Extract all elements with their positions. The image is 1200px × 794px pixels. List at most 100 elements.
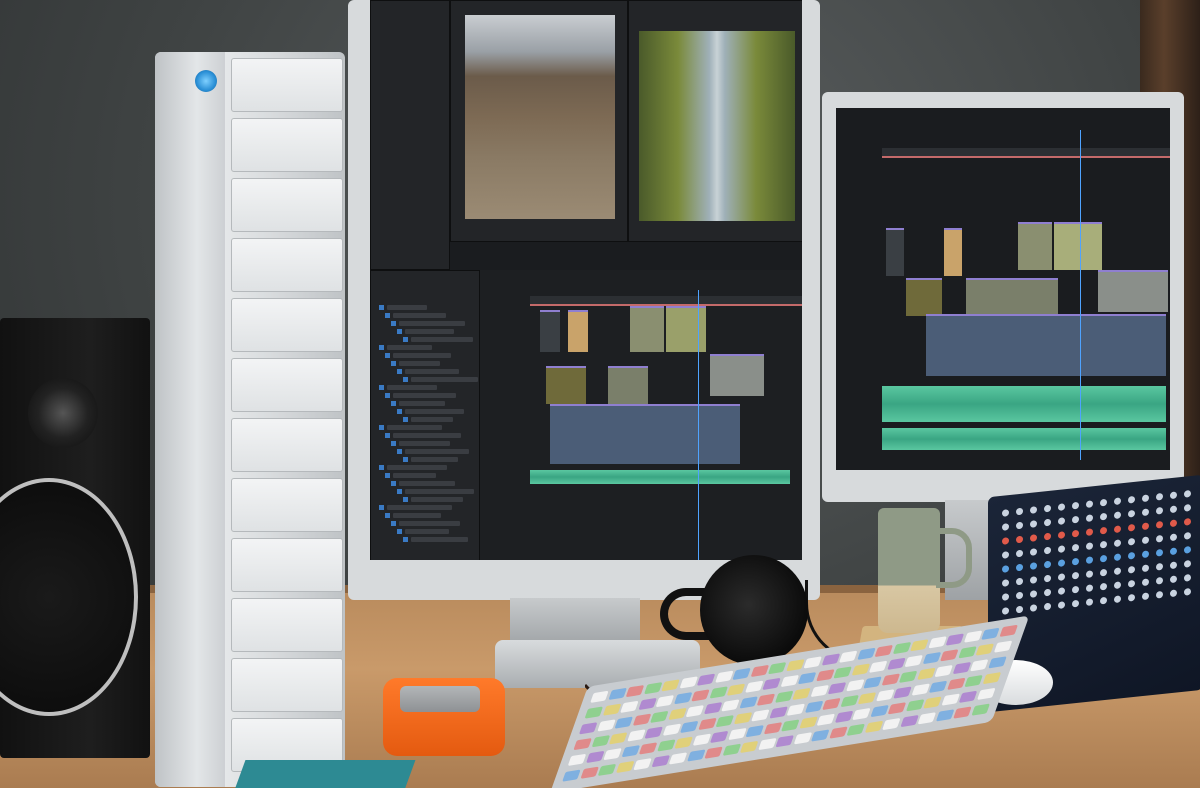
bin-item-label [411,457,458,462]
keyboard-key [751,709,770,722]
mixer-knob-icon [1058,573,1065,581]
mixer-knob-icon [1156,492,1163,501]
drive-bay [231,58,343,112]
mixer-knob-icon [1002,593,1009,601]
mixer-knob-icon [1072,515,1079,524]
folder-icon [391,441,396,446]
left-monitor-screen [370,0,802,560]
video-clip-thumbnail [608,366,648,404]
keyboard-key [939,649,959,662]
mixer-knob-icon [1184,531,1191,540]
mixer-knob-icon [1156,534,1163,543]
folder-icon [397,369,402,374]
bin-item-label [387,465,447,470]
mixer-knob-icon [1030,534,1037,542]
keyboard-key [703,702,722,715]
mixer-knob-icon [1170,505,1177,514]
keyboard-key [726,683,746,696]
keyboard-key [638,742,658,755]
video-clip-thumbnail [666,306,706,352]
keyboard-key [809,684,829,698]
keyboard-key [928,680,948,693]
keyboard-key [869,705,889,718]
keyboard-key [964,674,983,688]
keyboard-key [828,726,848,739]
mixer-knob-icon [1044,546,1051,555]
keyboard-key [756,693,776,706]
studio-speaker [0,318,150,758]
bin-item-label [387,305,427,310]
keyboard-key [615,760,635,774]
mixer-knob-icon [1142,578,1149,587]
mixer-knob-icon [1058,545,1065,553]
mixer-knob-icon [1016,521,1023,530]
bin-item-label [393,513,441,518]
mountain-footage-frame [465,15,615,219]
folder-icon [403,537,408,542]
bin-item-label [405,529,449,534]
bin-item-label [399,361,440,366]
keyboard-key [768,706,788,719]
mixer-knob-icon [1002,523,1009,531]
keyboard-key [780,674,799,688]
keyboard-key [584,706,604,719]
mixer-knob-icon [1030,506,1037,514]
mixer-knob-icon [1058,601,1065,609]
folder-icon [379,425,384,430]
right-monitor-screen [836,108,1170,470]
video-clip-thumbnail [1054,222,1102,270]
keyboard-key [898,670,918,683]
keyboard-key [709,730,729,744]
bin-item-label [393,353,451,358]
effects-panel [370,0,450,270]
keyboard-key [679,720,699,734]
storage-tower-side [155,52,225,787]
bin-item-label [411,337,473,342]
mixer-knob-icon [1044,602,1051,611]
mixer-knob-icon [1100,526,1107,535]
portable-drive-panel [400,686,480,712]
keyboard-key [579,766,599,779]
mixer-knob-icon [1086,598,1093,606]
keyboard-key [674,736,693,749]
keyboard-key [798,716,818,729]
speaker-woofer-icon [0,478,138,716]
mixer-knob-icon [1142,522,1149,531]
mixer-knob-icon [1044,504,1051,513]
mixer-knob-icon [1184,489,1191,498]
keyboard-key [940,693,960,706]
keyboard-key [775,735,794,748]
mug-handle [936,528,972,588]
bin-item-label [387,385,437,390]
keyboard-key [993,640,1012,653]
keyboard-key [573,737,592,751]
keyboard-key [833,666,852,679]
keyboard-key [704,746,723,759]
folder-icon [403,377,408,382]
mixer-knob-icon [1002,565,1009,573]
keyboard-key [739,740,759,754]
mixer-knob-icon [1072,543,1079,552]
left-monitor [348,0,820,600]
keyboard-key [644,726,663,739]
video-clip-thumbnail [540,310,560,352]
keyboard-key [893,686,912,699]
mixer-knob-icon [1184,573,1191,582]
bin-item-label [405,329,454,334]
keyboard-key [655,694,675,708]
keyboard-key [767,662,787,675]
timeline-panel [480,270,802,560]
folder-icon [391,521,396,526]
keyboard-key [904,654,924,668]
video-clip-thumbnail [568,310,588,352]
keyboard-key [621,745,640,758]
mixer-knob-icon [1156,562,1163,571]
workstation-photo [0,0,1200,788]
keyboard-key [982,672,1001,685]
folder-icon [403,497,408,502]
mixer-knob-icon [1100,540,1107,549]
mixer-knob-icon [1030,548,1037,556]
mixer-knob-icon [1100,554,1107,563]
keyboard-key [945,633,965,646]
keyboard-key [987,656,1007,669]
